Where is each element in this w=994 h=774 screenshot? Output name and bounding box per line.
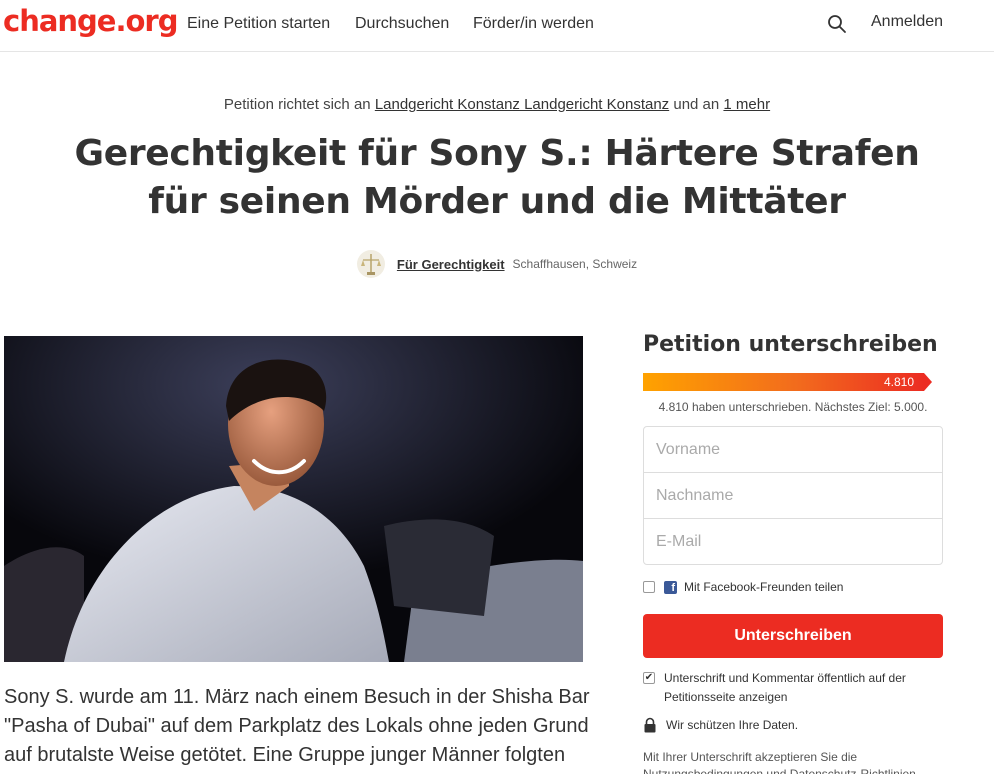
author-link[interactable]: Für Gerechtigkeit xyxy=(397,257,505,272)
petition-photo xyxy=(4,336,583,662)
terms-notice: Mit Ihrer Unterschrift akzeptieren Sie d… xyxy=(643,750,916,774)
petition-author: Für Gerechtigkeit Schaffhausen, Schweiz xyxy=(0,250,994,278)
page-title: Gerechtigkeit für Sony S.: Härtere Straf… xyxy=(74,133,920,222)
facebook-share-checkbox[interactable] xyxy=(643,581,655,593)
sign-panel-title: Petition unterschreiben xyxy=(643,332,938,357)
search-icon[interactable] xyxy=(827,14,847,34)
signature-progress-bar: 4.810 xyxy=(643,373,943,391)
sign-form xyxy=(643,426,943,565)
facebook-share-label: Mit Facebook-Freunden teilen xyxy=(684,580,844,594)
sign-button[interactable]: Unterschreiben xyxy=(643,614,943,658)
progress-count: 4.810 xyxy=(883,375,914,389)
facebook-icon: f xyxy=(664,580,677,594)
first-name-field[interactable] xyxy=(644,427,942,473)
progress-arrow xyxy=(924,373,932,391)
logo[interactable]: change.org xyxy=(3,4,178,38)
facebook-share-option[interactable]: f Mit Facebook-Freunden teilen xyxy=(643,580,843,594)
email-field[interactable] xyxy=(644,519,942,565)
public-display-checkbox[interactable]: ✔ xyxy=(643,672,655,684)
nav-browse[interactable]: Durchsuchen xyxy=(355,15,449,33)
nav-become-member[interactable]: Förder/in werden xyxy=(473,15,594,33)
target-more-link[interactable]: 1 mehr xyxy=(723,96,770,113)
site-header: change.org Eine Petition starten Durchsu… xyxy=(0,0,994,52)
petition-target: Petition richtet sich an Landgericht Kon… xyxy=(0,96,994,113)
target-link[interactable]: Landgericht Konstanz Landgericht Konstan… xyxy=(375,96,669,113)
login-link[interactable]: Anmelden xyxy=(871,13,943,31)
author-location: Schaffhausen, Schweiz xyxy=(512,257,638,271)
avatar-image xyxy=(360,254,381,275)
target-prefix: Petition richtet sich an xyxy=(223,96,371,113)
data-protection-notice: Wir schützen Ihre Daten. xyxy=(643,717,798,733)
progress-text: 4.810 haben unterschrieben. Nächstes Zie… xyxy=(658,400,928,414)
avatar[interactable] xyxy=(356,250,385,278)
progress-fill: 4.810 xyxy=(643,373,924,391)
petition-description: Sony S. wurde am 11. März nach einem Bes… xyxy=(4,686,590,766)
public-display-option[interactable]: ✔ Unterschrift und Kommentar öffentlich … xyxy=(643,669,943,707)
nav-start-petition[interactable]: Eine Petition starten xyxy=(187,15,330,33)
lock-icon xyxy=(644,717,656,733)
target-and: und an xyxy=(673,96,720,113)
data-protection-label: Wir schützen Ihre Daten. xyxy=(666,718,799,732)
petition-photo-image xyxy=(4,336,583,662)
public-display-label: Unterschrift und Kommentar öffentlich au… xyxy=(664,671,906,704)
last-name-field[interactable] xyxy=(644,473,942,519)
